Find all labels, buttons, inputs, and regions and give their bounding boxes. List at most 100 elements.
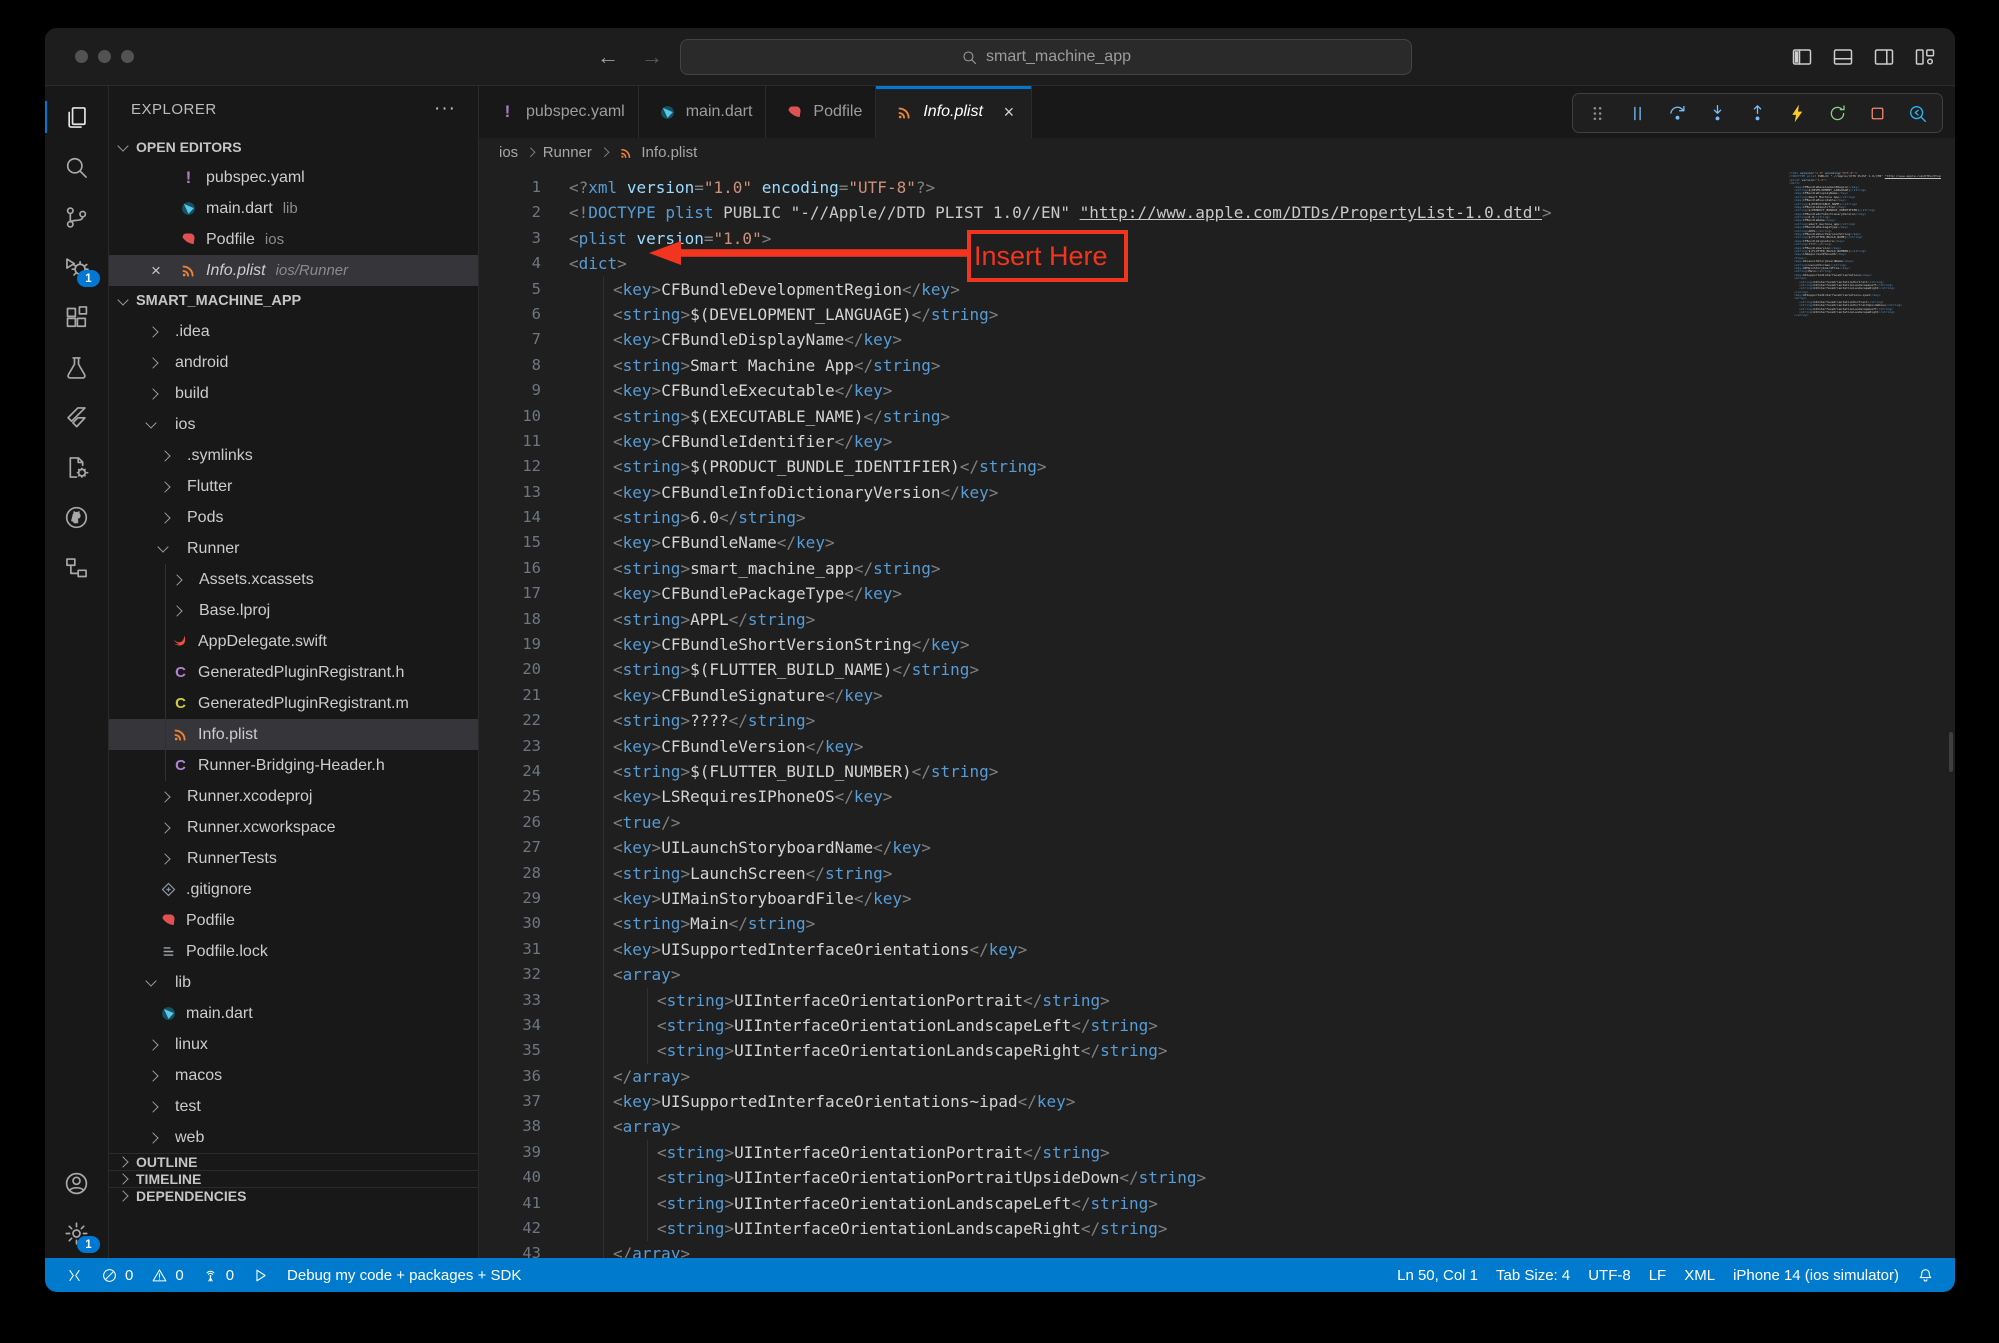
tree-item[interactable]: CGeneratedPluginRegistrant.m xyxy=(109,688,478,719)
code-line[interactable]: 17<key>CFBundlePackageType</key> xyxy=(479,581,1955,606)
line-number[interactable]: 42 xyxy=(479,1216,541,1241)
gripper-button[interactable] xyxy=(1587,103,1608,124)
code-line[interactable]: 6<string>$(DEVELOPMENT_LANGUAGE)</string… xyxy=(479,302,1955,327)
toggle-secondary-sidebar-icon[interactable] xyxy=(1872,45,1896,69)
code-line[interactable]: 42<string>UIInterfaceOrientationLandscap… xyxy=(479,1216,1955,1241)
line-number[interactable]: 13 xyxy=(479,480,541,505)
activity-references[interactable] xyxy=(45,542,108,592)
line-number[interactable]: 6 xyxy=(479,302,541,327)
back-icon[interactable]: ← xyxy=(597,44,619,70)
line-number[interactable]: 31 xyxy=(479,937,541,962)
tree-item[interactable]: .idea xyxy=(109,316,478,347)
activity-settings[interactable]: 1 xyxy=(45,1208,108,1258)
line-number[interactable]: 32 xyxy=(479,962,541,987)
line-number[interactable]: 3 xyxy=(479,226,541,251)
activity-run-debug[interactable]: 1 xyxy=(45,242,108,292)
tree-item[interactable]: Flutter xyxy=(109,471,478,502)
tree-item[interactable]: Podfile xyxy=(109,905,478,936)
code-line[interactable]: 40<string>UIInterfaceOrientationPortrait… xyxy=(479,1165,1955,1190)
line-number[interactable]: 33 xyxy=(479,988,541,1013)
section-dependencies[interactable]: DEPENDENCIES xyxy=(109,1187,478,1204)
status-ports[interactable]: 0 xyxy=(193,1258,243,1292)
tree-item[interactable]: AppDelegate.swift xyxy=(109,626,478,657)
code-line[interactable]: 38<array> xyxy=(479,1114,1955,1139)
activity-accounts[interactable] xyxy=(45,1158,108,1208)
code-line[interactable]: 10<string>$(EXECUTABLE_NAME)</string> xyxy=(479,404,1955,429)
code-line[interactable]: 21<key>CFBundleSignature</key> xyxy=(479,683,1955,708)
code-line[interactable]: 16<string>smart_machine_app</string> xyxy=(479,556,1955,581)
status-encoding[interactable]: UTF-8 xyxy=(1579,1258,1640,1292)
code-line[interactable]: 9<key>CFBundleExecutable</key> xyxy=(479,378,1955,403)
breadcrumb-item[interactable]: Info.plist xyxy=(616,143,697,162)
code-line[interactable]: 30<string>Main</string> xyxy=(479,911,1955,936)
tree-item[interactable]: .symlinks xyxy=(109,440,478,471)
activity-github[interactable] xyxy=(45,492,108,542)
line-number[interactable]: 22 xyxy=(479,708,541,733)
command-center-search[interactable]: smart_machine_app xyxy=(680,39,1412,75)
tree-item[interactable]: CGeneratedPluginRegistrant.h xyxy=(109,657,478,688)
code-line[interactable]: 20<string>$(FLUTTER_BUILD_NAME)</string> xyxy=(479,657,1955,682)
tab-podfile[interactable]: Podfile xyxy=(766,86,876,138)
line-number[interactable]: 8 xyxy=(479,353,541,378)
tab-info-plist[interactable]: Info.plist× xyxy=(876,86,1032,138)
code-line[interactable]: 25<key>LSRequiresIPhoneOS</key> xyxy=(479,784,1955,809)
restart-button[interactable] xyxy=(1827,103,1848,124)
minimap[interactable]: <?xml version="1.0" encoding="UTF-8"?><!… xyxy=(1789,172,1941,318)
stop-button[interactable] xyxy=(1867,103,1888,124)
section-outline[interactable]: OUTLINE xyxy=(109,1153,478,1170)
line-number[interactable]: 4 xyxy=(479,251,541,276)
tab-pubspec-yaml[interactable]: !pubspec.yaml xyxy=(479,86,639,138)
code-line[interactable]: 33<string>UIInterfaceOrientationPortrait… xyxy=(479,988,1955,1013)
activity-flutter[interactable] xyxy=(45,392,108,442)
more-actions-icon[interactable]: ··· xyxy=(434,98,456,120)
line-number[interactable]: 37 xyxy=(479,1089,541,1114)
code-line[interactable]: 8<string>Smart Machine App</string> xyxy=(479,353,1955,378)
code-line[interactable]: 1<?xml version="1.0" encoding="UTF-8"?> xyxy=(479,175,1955,200)
tree-item[interactable]: Base.lproj xyxy=(109,595,478,626)
open-editor-item[interactable]: ×Info.plistios/Runner xyxy=(109,255,478,286)
activity-search[interactable] xyxy=(45,142,108,192)
code-line[interactable]: 19<key>CFBundleShortVersionString</key> xyxy=(479,632,1955,657)
tree-item[interactable]: .gitignore xyxy=(109,874,478,905)
status-eol[interactable]: LF xyxy=(1640,1258,1676,1292)
code-line[interactable]: 32<array> xyxy=(479,962,1955,987)
forward-icon[interactable]: → xyxy=(641,44,663,70)
line-number[interactable]: 18 xyxy=(479,607,541,632)
code-line[interactable]: 11<key>CFBundleIdentifier</key> xyxy=(479,429,1955,454)
code-line[interactable]: 13<key>CFBundleInfoDictionaryVersion</ke… xyxy=(479,480,1955,505)
code-line[interactable]: 23<key>CFBundleVersion</key> xyxy=(479,734,1955,759)
code-line[interactable]: 35<string>UIInterfaceOrientationLandscap… xyxy=(479,1038,1955,1063)
line-number[interactable]: 34 xyxy=(479,1013,541,1038)
tree-item[interactable]: test xyxy=(109,1091,478,1122)
code-line[interactable]: 39<string>UIInterfaceOrientationPortrait… xyxy=(479,1140,1955,1165)
section-timeline[interactable]: TIMELINE xyxy=(109,1170,478,1187)
line-number[interactable]: 28 xyxy=(479,861,541,886)
line-number[interactable]: 30 xyxy=(479,911,541,936)
toggle-sidebar-icon[interactable] xyxy=(1790,45,1814,69)
line-number[interactable]: 36 xyxy=(479,1064,541,1089)
line-number[interactable]: 21 xyxy=(479,683,541,708)
tree-item[interactable]: lib xyxy=(109,967,478,998)
line-number[interactable]: 35 xyxy=(479,1038,541,1063)
tree-item[interactable]: build xyxy=(109,378,478,409)
code-line[interactable]: 31<key>UISupportedInterfaceOrientations<… xyxy=(479,937,1955,962)
zoom-window-button[interactable] xyxy=(121,50,134,63)
line-number[interactable]: 14 xyxy=(479,505,541,530)
status-flutter-device[interactable]: iPhone 14 (ios simulator) xyxy=(1724,1258,1908,1292)
tree-item[interactable]: Runner.xcodeproj xyxy=(109,781,478,812)
status-notifications[interactable] xyxy=(1908,1258,1943,1292)
line-number[interactable]: 40 xyxy=(479,1165,541,1190)
widget-inspector-button[interactable] xyxy=(1907,103,1928,124)
line-number[interactable]: 17 xyxy=(479,581,541,606)
tab-main-dart[interactable]: main.dart xyxy=(639,86,767,138)
code-line[interactable]: 5<key>CFBundleDevelopmentRegion</key> xyxy=(479,277,1955,302)
status-warnings[interactable]: 0 xyxy=(142,1258,192,1292)
code-line[interactable]: 37<key>UISupportedInterfaceOrientations~… xyxy=(479,1089,1955,1114)
activity-file-settings[interactable] xyxy=(45,442,108,492)
code-line[interactable]: 2<!DOCTYPE plist PUBLIC "-//Apple//DTD P… xyxy=(479,200,1955,225)
open-editors-header[interactable]: OPEN EDITORS xyxy=(109,132,478,162)
activity-source-control[interactable] xyxy=(45,192,108,242)
project-header[interactable]: SMART_MACHINE_APP xyxy=(109,286,478,316)
minimize-window-button[interactable] xyxy=(98,50,111,63)
code-line[interactable]: 41<string>UIInterfaceOrientationLandscap… xyxy=(479,1191,1955,1216)
